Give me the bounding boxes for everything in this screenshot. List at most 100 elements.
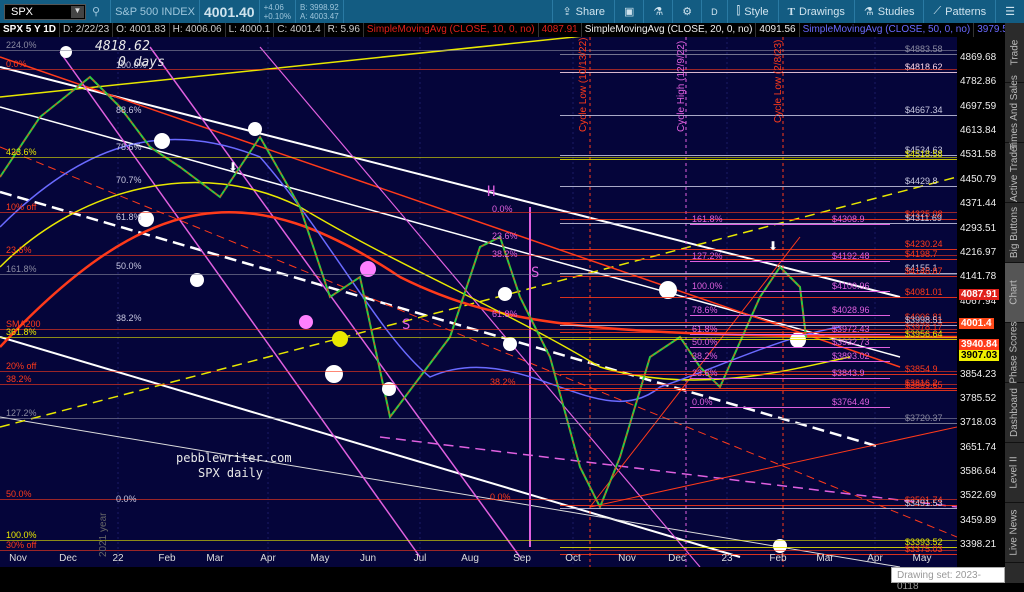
magenta-dashed-line bbox=[379, 436, 957, 508]
left-level-line bbox=[0, 499, 957, 500]
fib-aug-label: 38.2% bbox=[490, 377, 516, 387]
fib-left-label: 61.8% bbox=[116, 212, 142, 222]
pct-change: +0.10% bbox=[263, 11, 291, 21]
style-button[interactable]: ⫿ Style bbox=[726, 0, 778, 23]
level-label: $4311.69 bbox=[905, 212, 942, 223]
level-line bbox=[560, 248, 957, 250]
level-line bbox=[560, 388, 957, 390]
fib-line bbox=[690, 361, 890, 363]
sidebar-tab-active-trader[interactable]: Active Trader bbox=[1005, 143, 1024, 203]
left-level-line bbox=[0, 540, 957, 541]
symbol-input[interactable]: SPX ▼ bbox=[4, 3, 86, 20]
level-line bbox=[560, 54, 957, 56]
sidebar-tab-trade[interactable]: Trade bbox=[1005, 23, 1024, 83]
symbol-description: S&P 500 INDEX bbox=[115, 5, 195, 18]
sidebar-tab-label: Times And Sales bbox=[1009, 75, 1021, 150]
chevron-down-icon[interactable]: ▼ bbox=[71, 5, 84, 18]
level-line bbox=[560, 504, 957, 506]
sidebar-tab-times-and-sales[interactable]: Times And Sales bbox=[1005, 75, 1024, 150]
sidebar-tab-label: Live News bbox=[1009, 509, 1021, 556]
left-level-label: 23.6% bbox=[6, 245, 32, 255]
sma10-label[interactable]: SimpleMovingAvg (CLOSE, 10, 0, no) bbox=[364, 23, 539, 37]
time-axis-label: 23 bbox=[721, 553, 733, 564]
axis-tick: 4782.86 bbox=[960, 76, 997, 88]
cycle-label-1: Cycle Low (10/13/22) bbox=[578, 37, 589, 133]
time-axis-label: Feb bbox=[769, 553, 787, 564]
patterns-button[interactable]: ⟋ Patterns bbox=[923, 0, 995, 23]
fib-line bbox=[690, 260, 890, 262]
level-label: $4429.8 bbox=[905, 176, 938, 187]
sma200-line bbox=[0, 210, 957, 348]
text-tool-icon: T bbox=[787, 5, 796, 18]
sidebar-tab-label: Big Buttons bbox=[1009, 206, 1020, 259]
left-level-label: 161.8% bbox=[6, 264, 37, 274]
peak-price-label: 4818.62 bbox=[95, 39, 150, 54]
time-axis[interactable]: Nov Dec 22 Feb Mar Apr May Jun Jul Aug Sep Oct Nov De… bbox=[0, 553, 957, 567]
time-axis-label: Aug bbox=[461, 553, 479, 564]
left-level-line bbox=[0, 157, 957, 158]
axis-tick: 4697.59 bbox=[960, 100, 997, 112]
left-level-line bbox=[0, 550, 957, 551]
left-level-label: 127.2% bbox=[6, 408, 37, 418]
time-axis-label: May bbox=[310, 553, 330, 564]
fib-pct: 50.0% bbox=[692, 337, 718, 348]
level-line bbox=[560, 218, 957, 220]
sidebar-tab-dashboard[interactable]: Dashboard bbox=[1005, 383, 1024, 443]
period-button[interactable]: D bbox=[701, 0, 727, 23]
axis-tick: 3718.03 bbox=[960, 417, 997, 429]
time-axis-label: 22 bbox=[112, 553, 124, 564]
left-level-label: 423.6% bbox=[6, 147, 37, 157]
menu-button[interactable]: ☰ bbox=[995, 0, 1024, 23]
time-axis-label: May bbox=[912, 553, 932, 564]
price-axis[interactable]: 4869.68 4782.86 4697.59 4613.84 4531.58 4450.… bbox=[957, 37, 1005, 567]
price-badge: 4087.91 bbox=[959, 288, 1000, 300]
sidebar-tab-phase-scores[interactable]: Phase Scores bbox=[1005, 321, 1024, 384]
menu-icon: ☰ bbox=[1005, 6, 1015, 18]
alert-button[interactable]: ▣ bbox=[614, 0, 643, 23]
fib-pct: 100.0% bbox=[692, 280, 723, 291]
price-chart[interactable]: $4883.58 $4818.62 $4667.34 $4534.63 $4518.58… bbox=[0, 37, 957, 567]
axis-tick: 4371.44 bbox=[960, 198, 997, 210]
link-icon[interactable]: ⚲ bbox=[92, 5, 100, 18]
share-icon: ⇪ bbox=[562, 6, 572, 18]
head-label: H bbox=[487, 184, 496, 200]
fib-price: $3972.43 bbox=[832, 323, 870, 334]
fib-price: $4192.48 bbox=[832, 250, 870, 261]
bar-low: L: 4000.1 bbox=[226, 23, 275, 37]
red-fan-line-2 bbox=[589, 426, 957, 508]
studies-button[interactable]: ⚗ Studies bbox=[853, 0, 924, 23]
alert-icon: ▣ bbox=[624, 6, 635, 18]
fib-pct: 0.0% bbox=[692, 396, 713, 407]
fib-aug-label: 38.2% bbox=[492, 249, 518, 259]
fib-left-label: 0.0% bbox=[116, 494, 137, 504]
level-label: $4198.7 bbox=[905, 248, 938, 259]
sidebar-tab-big-buttons[interactable]: Big Buttons bbox=[1005, 203, 1024, 263]
drawings-button[interactable]: T Drawings bbox=[777, 0, 854, 23]
sma50-value: 3979.54 bbox=[974, 23, 1005, 37]
right-sidebar: Trade Times And Sales Active Trader Big But… bbox=[1005, 23, 1024, 583]
fib-pct: 161.8% bbox=[692, 213, 723, 224]
trendlines bbox=[0, 37, 957, 567]
sidebar-tab-level-ii[interactable]: Level II bbox=[1005, 443, 1024, 503]
gear-icon: ⚙ bbox=[682, 6, 693, 18]
axis-tick: 4293.51 bbox=[960, 222, 997, 234]
watermark-title: SPX daily bbox=[198, 466, 264, 480]
sma20-label[interactable]: SimpleMovingAvg (CLOSE, 20, 0, no) bbox=[582, 23, 757, 37]
flask-button[interactable]: ⚗ bbox=[643, 0, 672, 23]
drawing-set-selector[interactable]: Drawing set: 2023-0118 bbox=[891, 567, 1005, 592]
settings-button[interactable]: ⚙ bbox=[672, 0, 701, 23]
fib-aug-label: 23.6% bbox=[492, 231, 518, 241]
fib-left-label: 38.2% bbox=[116, 313, 142, 323]
fib-price: $3932.73 bbox=[832, 337, 870, 348]
sidebar-tab-chart[interactable]: Chart bbox=[1005, 263, 1024, 323]
watermark-site: pebblewriter.com bbox=[176, 451, 292, 465]
sidebar-tab-label: Dashboard bbox=[1009, 388, 1021, 437]
fib-left-label: 50.0% bbox=[116, 261, 142, 271]
left-level-label: 100.0% bbox=[6, 530, 37, 540]
sidebar-tab-live-news[interactable]: Live News bbox=[1005, 503, 1024, 563]
level-line bbox=[560, 339, 957, 341]
left-level-label: 50.0% bbox=[6, 489, 32, 499]
sma50-label[interactable]: SimpleMovingAvg (CLOSE, 50, 0, no) bbox=[800, 23, 975, 37]
fib-pct: 61.8% bbox=[692, 323, 718, 334]
share-button[interactable]: ⇪ Share bbox=[552, 0, 614, 23]
